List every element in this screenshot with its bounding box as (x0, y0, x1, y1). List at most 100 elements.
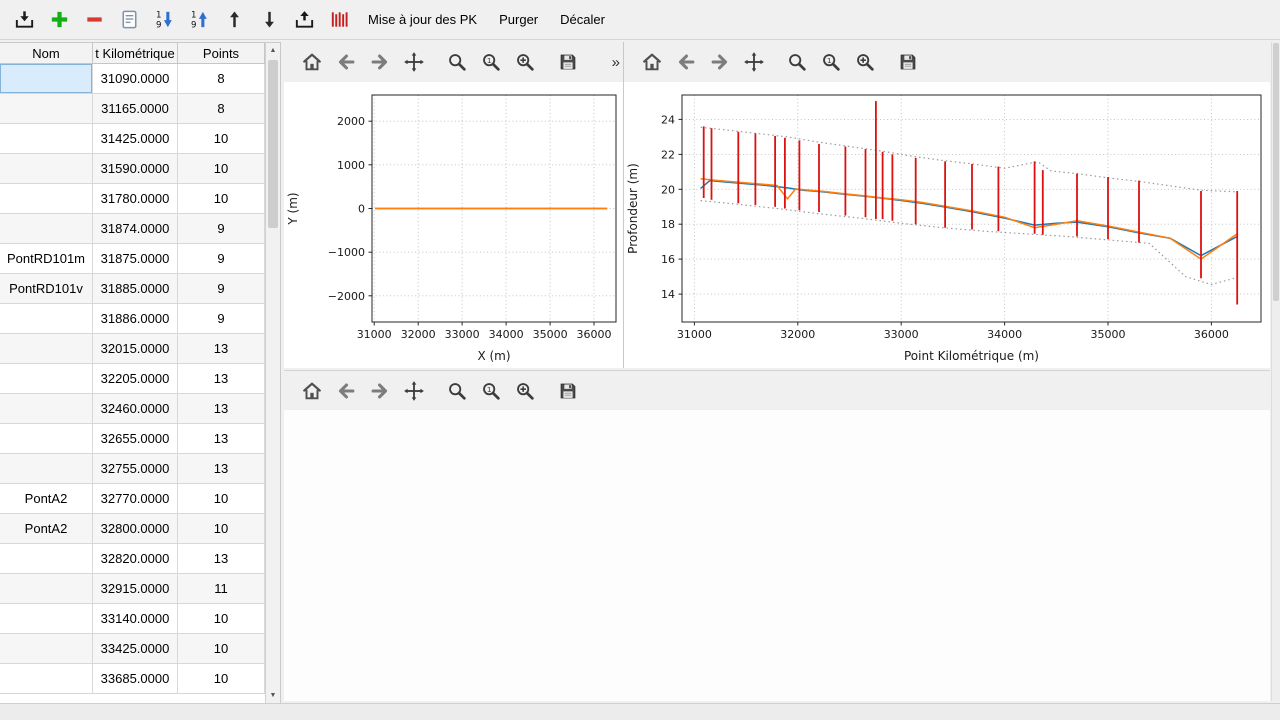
forward-button[interactable] (708, 50, 732, 74)
cell-nom[interactable] (0, 604, 93, 634)
cell-pk[interactable]: 32770.0000 (93, 484, 178, 514)
table-row[interactable]: 32655.0000 13 (0, 424, 280, 454)
home-button[interactable] (300, 50, 324, 74)
cell-nom[interactable] (0, 634, 93, 664)
zoom-button[interactable] (445, 379, 469, 403)
table-row[interactable]: 31425.0000 10 (0, 124, 280, 154)
forward-button[interactable] (368, 379, 392, 403)
cell-pk[interactable]: 31165.0000 (93, 94, 178, 124)
cell-nom[interactable] (0, 154, 93, 184)
back-button[interactable] (674, 50, 698, 74)
cell-nom[interactable] (0, 394, 93, 424)
import-button[interactable] (8, 5, 41, 35)
cell-nom[interactable]: PontA2 (0, 484, 93, 514)
pan-button[interactable] (402, 379, 426, 403)
cell-pk[interactable]: 32655.0000 (93, 424, 178, 454)
toolbar-overflow-button[interactable]: » (612, 54, 620, 71)
profile-plot[interactable]: 3100032000330003400035000360001416182022… (624, 82, 1270, 368)
table-row[interactable]: 33685.0000 10 (0, 664, 280, 694)
cell-pk[interactable]: 32015.0000 (93, 334, 178, 364)
zoom-select-button[interactable] (853, 50, 877, 74)
cell-nom[interactable] (0, 124, 93, 154)
move-up-button[interactable] (218, 5, 251, 35)
cell-nom[interactable] (0, 424, 93, 454)
zoom-select-button[interactable] (513, 379, 537, 403)
forward-button[interactable] (368, 50, 392, 74)
cell-nom[interactable] (0, 214, 93, 244)
column-header-pk[interactable]: t Kilométrique (93, 43, 178, 64)
cell-nom[interactable] (0, 454, 93, 484)
column-header-points[interactable]: Points (178, 43, 265, 64)
cell-nom[interactable] (0, 574, 93, 604)
cell-points[interactable]: 13 (178, 334, 265, 364)
zoom-one-button[interactable] (479, 379, 503, 403)
cell-points[interactable]: 9 (178, 304, 265, 334)
table-row[interactable]: 31590.0000 10 (0, 154, 280, 184)
pan-button[interactable] (402, 50, 426, 74)
table-row[interactable]: 31886.0000 9 (0, 304, 280, 334)
zoom-button[interactable] (445, 50, 469, 74)
update-pk-button[interactable]: Mise à jour des PK (358, 5, 487, 35)
table-scrollbar[interactable]: ▲ ▼ (265, 43, 280, 703)
column-header-nom[interactable]: Nom (0, 43, 93, 64)
table-row[interactable]: 31090.0000 8 (0, 64, 280, 94)
cell-pk[interactable]: 32915.0000 (93, 574, 178, 604)
export-button[interactable] (288, 5, 321, 35)
cell-points[interactable]: 9 (178, 244, 265, 274)
shift-button[interactable]: Décaler (550, 5, 615, 35)
back-button[interactable] (334, 379, 358, 403)
cell-pk[interactable]: 33685.0000 (93, 664, 178, 694)
table-row[interactable]: 31780.0000 10 (0, 184, 280, 214)
sort-descending-button[interactable] (148, 5, 181, 35)
back-button[interactable] (334, 50, 358, 74)
cell-points[interactable]: 10 (178, 124, 265, 154)
table-row[interactable]: 32205.0000 13 (0, 364, 280, 394)
table-scrollbar-thumb[interactable] (268, 60, 278, 228)
table-row[interactable]: 32015.0000 13 (0, 334, 280, 364)
table-row[interactable]: 33425.0000 10 (0, 634, 280, 664)
cell-points[interactable]: 13 (178, 424, 265, 454)
cell-pk[interactable]: 31425.0000 (93, 124, 178, 154)
cell-pk[interactable]: 31590.0000 (93, 154, 178, 184)
main-scrollbar-thumb[interactable] (1273, 43, 1279, 301)
cell-points[interactable]: 9 (178, 214, 265, 244)
cell-points[interactable]: 8 (178, 64, 265, 94)
table-row[interactable]: 31165.0000 8 (0, 94, 280, 124)
cell-nom[interactable] (0, 304, 93, 334)
cell-pk[interactable]: 31886.0000 (93, 304, 178, 334)
cell-pk[interactable]: 32800.0000 (93, 514, 178, 544)
cell-pk[interactable]: 32755.0000 (93, 454, 178, 484)
scroll-up-icon[interactable]: ▲ (266, 43, 280, 58)
cell-nom[interactable] (0, 364, 93, 394)
table-row[interactable]: PontA2 32770.0000 10 (0, 484, 280, 514)
zoom-select-button[interactable] (513, 50, 537, 74)
cell-points[interactable]: 8 (178, 94, 265, 124)
cell-points[interactable]: 10 (178, 154, 265, 184)
cell-points[interactable]: 13 (178, 544, 265, 574)
home-button[interactable] (300, 379, 324, 403)
cell-points[interactable]: 10 (178, 514, 265, 544)
save-figure-button[interactable] (556, 379, 580, 403)
xy-plot[interactable]: 310003200033000340003500036000−2000−1000… (284, 82, 623, 368)
cell-points[interactable]: 13 (178, 394, 265, 424)
bottom-plot-empty[interactable] (284, 410, 1270, 701)
cell-nom[interactable]: PontRD101v (0, 274, 93, 304)
move-down-button[interactable] (253, 5, 286, 35)
cell-pk[interactable]: 33425.0000 (93, 634, 178, 664)
cell-points[interactable]: 10 (178, 664, 265, 694)
cell-nom[interactable]: PontA2 (0, 514, 93, 544)
scroll-down-icon[interactable]: ▼ (266, 688, 280, 703)
soundings-button[interactable] (323, 5, 356, 35)
purge-button[interactable]: Purger (489, 5, 548, 35)
cell-pk[interactable]: 32205.0000 (93, 364, 178, 394)
sort-ascending-button[interactable] (183, 5, 216, 35)
cell-points[interactable]: 9 (178, 274, 265, 304)
cell-points[interactable]: 13 (178, 364, 265, 394)
table-row[interactable]: 32915.0000 11 (0, 574, 280, 604)
cell-pk[interactable]: 31875.0000 (93, 244, 178, 274)
cell-pk[interactable]: 31885.0000 (93, 274, 178, 304)
cell-nom[interactable] (0, 64, 93, 94)
main-scrollbar[interactable] (1271, 42, 1280, 701)
cell-nom[interactable] (0, 94, 93, 124)
table-row[interactable]: 32820.0000 13 (0, 544, 280, 574)
